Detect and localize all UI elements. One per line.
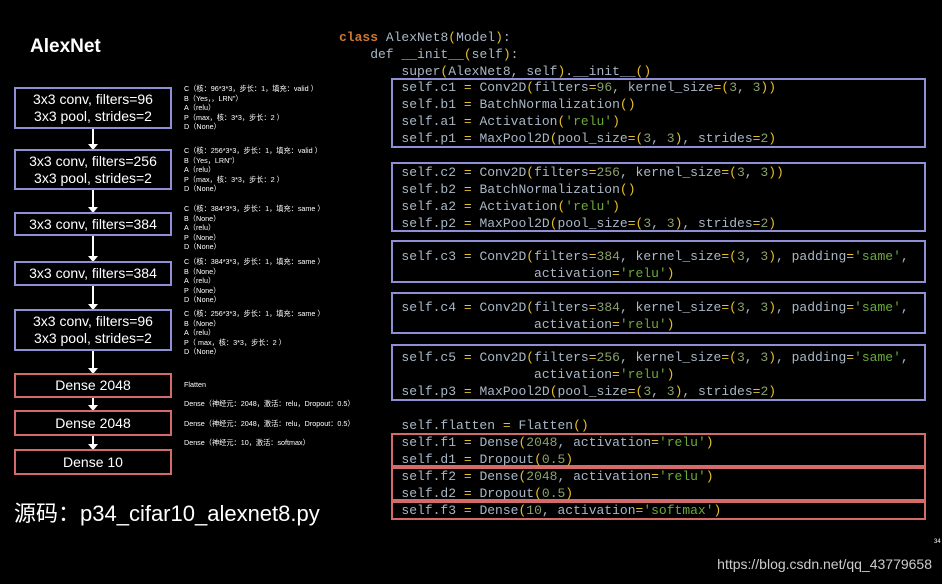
- layer-annotation: C（核：96*3*3，步长：1，填充：valid ） B（Yes，，LRN"） A（…: [184, 84, 318, 132]
- layer-box: Dense 2048: [14, 410, 172, 436]
- annotation-line: D（None）: [184, 242, 221, 252]
- layer-annotation: C（核：256*3*3，步长：1，填充：valid ） B（Yes，LRN"） A（…: [184, 146, 322, 194]
- layer-label: 3x3 conv, filters=256: [29, 152, 157, 169]
- layer-annotation: Dense（神经元：2048，激活：relu，Dropout：0.5）: [184, 399, 355, 409]
- code-line: self.p2 = MaxPool2D(pool_size=(3, 3), st…: [339, 216, 777, 231]
- arrow-down-icon: [88, 190, 98, 213]
- layer-label: 3x3 pool, strides=2: [34, 108, 152, 124]
- layer-annotation: C（核：384*3*3，步长：1，填充：same ） B（None） A（relu）…: [184, 204, 325, 252]
- arrow-down-icon: [88, 129, 98, 150]
- layer-annotation: Dense（神经元：2048，激活：relu，Dropout：0.5）: [184, 419, 355, 429]
- code-line: self.c2 = Conv2D(filters=256, kernel_siz…: [339, 165, 784, 180]
- code-line: self.b1 = BatchNormalization(): [339, 97, 636, 112]
- code-line: super(AlexNet8, self).__init__(): [339, 64, 652, 79]
- code-line: self.a2 = Activation('relu'): [339, 199, 620, 214]
- code-line: activation='relu'): [339, 317, 675, 332]
- annotation-line: A（relu）: [184, 276, 216, 286]
- annotation-line: B（None）: [184, 213, 221, 223]
- code-line: self.f1 = Dense(2048, activation='relu'): [339, 435, 714, 450]
- code-line: self.p1 = MaxPool2D(pool_size=(3, 3), st…: [339, 131, 777, 146]
- annotation-line: P（ max，核：3*3，步长：2 ）: [184, 337, 286, 347]
- code-line: self.b2 = BatchNormalization(): [339, 182, 636, 197]
- code-line: self.f2 = Dense(2048, activation='relu'): [339, 469, 714, 484]
- code-line: self.c1 = Conv2D(filters=96, kernel_size…: [339, 80, 777, 95]
- layer-label: 3x3 pool, strides=2: [34, 169, 152, 186]
- annotation-line: B（None）: [184, 318, 221, 328]
- code-line: self.d1 = Dropout(0.5): [339, 452, 574, 467]
- layer-label: Dense 2048: [55, 414, 131, 431]
- code-line: activation='relu'): [339, 367, 675, 382]
- code-line: self.d2 = Dropout(0.5): [339, 486, 574, 501]
- annotation-line: C（核：256*3*3，步长：1，填充：same ）: [184, 309, 325, 318]
- layer-box: 3x3 conv, filters=384: [14, 261, 172, 286]
- layer-label: 3x3 conv, filters=384: [29, 265, 157, 281]
- code-line: class AlexNet8(Model):: [339, 30, 511, 45]
- code-line: self.p3 = MaxPool2D(pool_size=(3, 3), st…: [339, 384, 777, 399]
- annotation-line: C（核：384*3*3，步长：1，填充：same ）: [184, 257, 325, 266]
- watermark: https://blog.csdn.net/qq_43779658: [717, 556, 932, 572]
- source-file-caption: 源码：p34_cifar10_alexnet8.py: [14, 501, 320, 526]
- layer-label: 3x3 conv, filters=96: [33, 91, 153, 107]
- diagram-title: AlexNet: [30, 36, 101, 57]
- layer-box: 3x3 conv, filters=384: [14, 212, 172, 236]
- annotation-line: Dense（神经元：2048，激活：relu，Dropout：0.5）: [184, 399, 355, 408]
- annotation-line: Dense（神经元：2048，激活：relu，Dropout：0.5）: [184, 419, 355, 428]
- layer-label: 3x3 conv, filters=384: [29, 215, 157, 232]
- annotation-line: B（None）: [184, 266, 221, 276]
- arrow-down-icon: [88, 351, 98, 374]
- code-line: self.c5 = Conv2D(filters=256, kernel_siz…: [339, 350, 909, 365]
- layer-box: 3x3 conv, filters=96 3x3 pool, strides=2: [14, 309, 172, 351]
- layer-label: 3x3 conv, filters=96: [33, 313, 153, 329]
- annotation-line: A（relu）: [184, 328, 216, 338]
- annotation-line: Flatten: [184, 380, 206, 389]
- code-line: self.f3 = Dense(10, activation='softmax'…: [339, 503, 722, 518]
- layer-label: Dense 2048: [55, 377, 131, 393]
- annotation-line: B（Yes，，LRN"）: [184, 93, 243, 103]
- annotation-line: D（None）: [184, 122, 221, 132]
- annotation-line: C（核：256*3*3，步长：1，填充：valid ）: [184, 146, 322, 155]
- code-line: activation='relu'): [339, 266, 675, 281]
- layer-box: 3x3 conv, filters=96 3x3 pool, strides=2: [14, 87, 172, 129]
- layer-annotation: Flatten: [184, 380, 206, 390]
- code-line: self.flatten = Flatten(): [339, 418, 589, 433]
- layer-box: 3x3 conv, filters=256 3x3 pool, strides=2: [14, 149, 172, 190]
- layer-label: 3x3 pool, strides=2: [34, 330, 152, 346]
- code-line: def __init__(self):: [339, 47, 519, 62]
- layer-box: Dense 2048: [14, 373, 172, 398]
- annotation-line: P（max，核：3*3，步长：2 ）: [184, 112, 284, 122]
- code-line: self.c3 = Conv2D(filters=384, kernel_siz…: [339, 249, 909, 264]
- layer-box: Dense 10: [14, 449, 172, 475]
- annotation-line: Dense（神经元：10，激活：softmax）: [184, 438, 310, 447]
- code-line: self.a1 = Activation('relu'): [339, 114, 620, 129]
- annotation-line: A（relu）: [184, 223, 216, 233]
- annotation-line: D（None）: [184, 347, 221, 357]
- layer-annotation: Dense（神经元：10，激活：softmax）: [184, 438, 310, 448]
- annotation-line: B（Yes，LRN"）: [184, 155, 240, 165]
- annotation-line: D（None）: [184, 295, 221, 305]
- annotation-line: A（relu）: [184, 103, 216, 113]
- arrow-down-icon: [88, 236, 98, 262]
- code-line: self.c4 = Conv2D(filters=384, kernel_siz…: [339, 300, 909, 315]
- layer-annotation: C（核：384*3*3，步长：1，填充：same ） B（None） A（relu）…: [184, 257, 325, 305]
- arrow-down-icon: [88, 286, 98, 310]
- annotation-line: D（None）: [184, 184, 221, 194]
- annotation-line: P（None）: [184, 285, 221, 295]
- annotation-line: P（max，核：3*3，步长：2 ）: [184, 174, 284, 184]
- arrow-down-icon: [88, 436, 98, 450]
- arrow-down-icon: [88, 398, 98, 411]
- annotation-line: A（relu）: [184, 165, 216, 175]
- annotation-line: C（核：96*3*3，步长：1，填充：valid ）: [184, 84, 318, 93]
- layer-label: Dense 10: [63, 453, 123, 470]
- layer-annotation: C（核：256*3*3，步长：1，填充：same ） B（None） A（relu）…: [184, 309, 325, 357]
- annotation-line: P（None）: [184, 232, 221, 242]
- annotation-line: C（核：384*3*3，步长：1，填充：same ）: [184, 204, 325, 213]
- page-number: 34: [934, 539, 941, 545]
